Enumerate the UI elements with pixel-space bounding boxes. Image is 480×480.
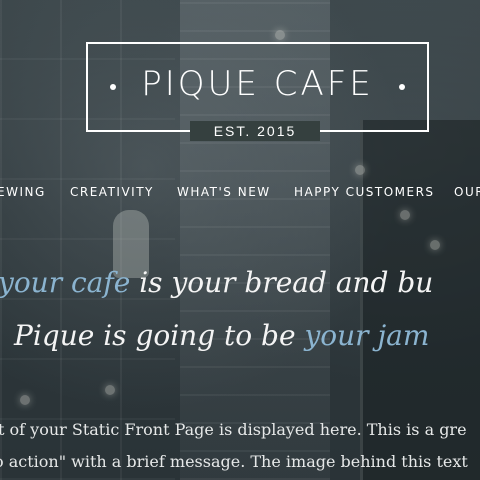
hero-headline-line1: your cafe is your bread and bu	[0, 266, 478, 299]
logo-dot-right	[399, 84, 405, 90]
headline-accent: your cafe	[0, 266, 131, 299]
headline-text: is your bread and bu	[130, 266, 434, 299]
logo-established: EST. 2015	[190, 121, 320, 141]
background-bulb	[20, 395, 30, 405]
main-navigation: EWING CREATIVITY WHAT'S NEW HAPPY CUSTOM…	[0, 185, 480, 205]
logo-title: PIQUE CAFE	[141, 64, 374, 104]
hero-body-line1: t of your Static Front Page is displayed…	[0, 420, 467, 439]
nav-item-brewing[interactable]: EWING	[0, 185, 46, 199]
background-bulb	[355, 165, 365, 175]
site-logo[interactable]: PIQUE CAFE	[86, 42, 429, 132]
background-bulb	[105, 385, 115, 395]
hero-headline-line2: Pique is going to be your jam	[14, 319, 480, 352]
nav-item-our[interactable]: OUR	[454, 185, 480, 199]
headline-text: Pique is going to be	[14, 319, 305, 352]
nav-item-creativity[interactable]: CREATIVITY	[70, 185, 154, 199]
background-bulb	[430, 240, 440, 250]
nav-item-happy-customers[interactable]: HAPPY CUSTOMERS	[294, 185, 435, 199]
nav-item-whats-new[interactable]: WHAT'S NEW	[177, 185, 271, 199]
headline-accent: your jam	[304, 319, 430, 352]
background-bulb	[400, 210, 410, 220]
background-bulb	[275, 30, 285, 40]
hero-body-line2: o action" with a brief message. The imag…	[0, 452, 468, 471]
